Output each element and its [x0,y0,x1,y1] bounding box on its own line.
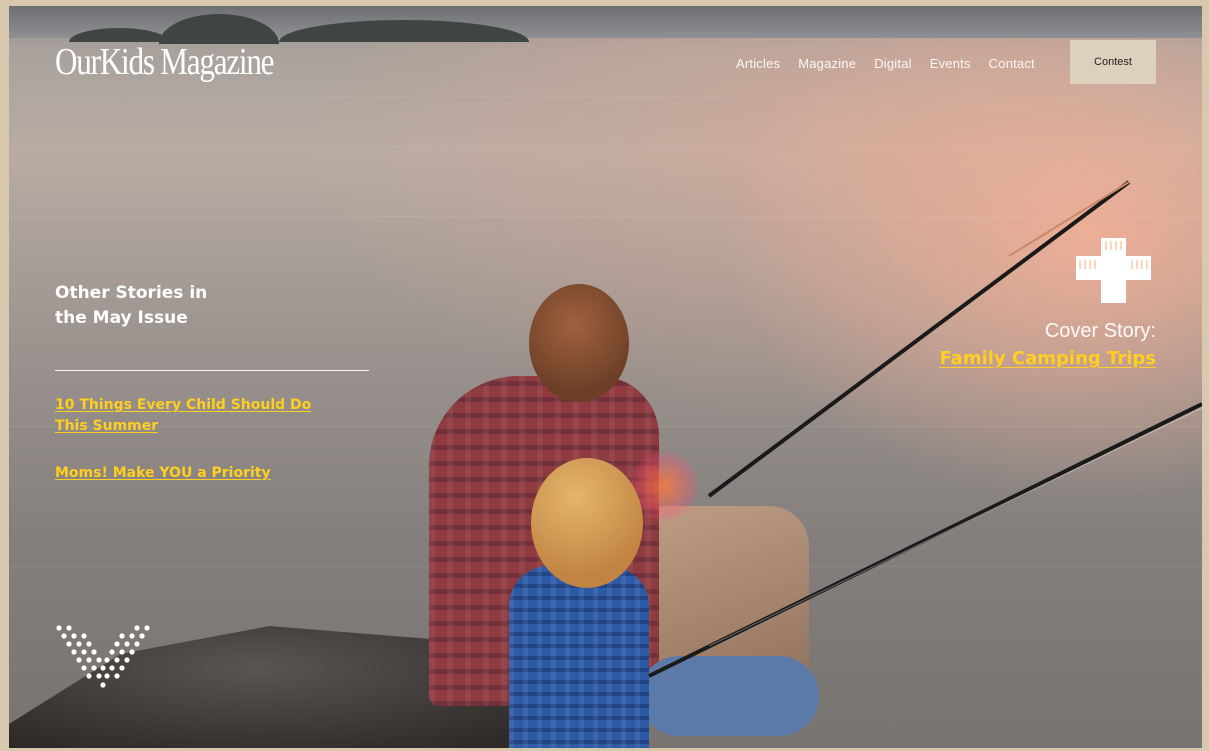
other-stories-heading-line: Other Stories in [55,283,208,303]
chevron-down-dots-icon[interactable] [55,624,151,690]
nav-link-contact[interactable]: Contact [989,56,1035,71]
story-link-moms-priority[interactable]: Moms! Make YOU a Priority [55,463,315,484]
contest-button[interactable]: Contest [1070,40,1156,84]
main-nav: Articles Magazine Digital Events Contact [736,56,1035,71]
cover-story-link[interactable]: Family Camping Trips [939,348,1156,369]
story-link-10-things[interactable]: 10 Things Every Child Should Do This Sum… [55,395,335,437]
other-stories-heading-line: the May Issue [55,308,188,328]
section-divider [55,370,369,371]
nav-link-digital[interactable]: Digital [874,56,912,71]
fishing-rods [648,180,1202,678]
nav-link-events[interactable]: Events [930,56,971,71]
cover-story-label: Cover Story: [1044,320,1156,342]
site-logo[interactable]: OurKids Magazine [55,40,275,84]
nav-link-articles[interactable]: Articles [736,56,780,71]
hero-section: OurKids Magazine Articles Magazine Digit… [9,6,1202,748]
cross-icon [1076,238,1151,303]
page-frame: OurKids Magazine Articles Magazine Digit… [0,0,1209,751]
fishing-line [708,407,1202,647]
other-stories-heading: Other Stories in the May Issue [55,281,275,331]
nav-link-magazine[interactable]: Magazine [798,56,856,71]
